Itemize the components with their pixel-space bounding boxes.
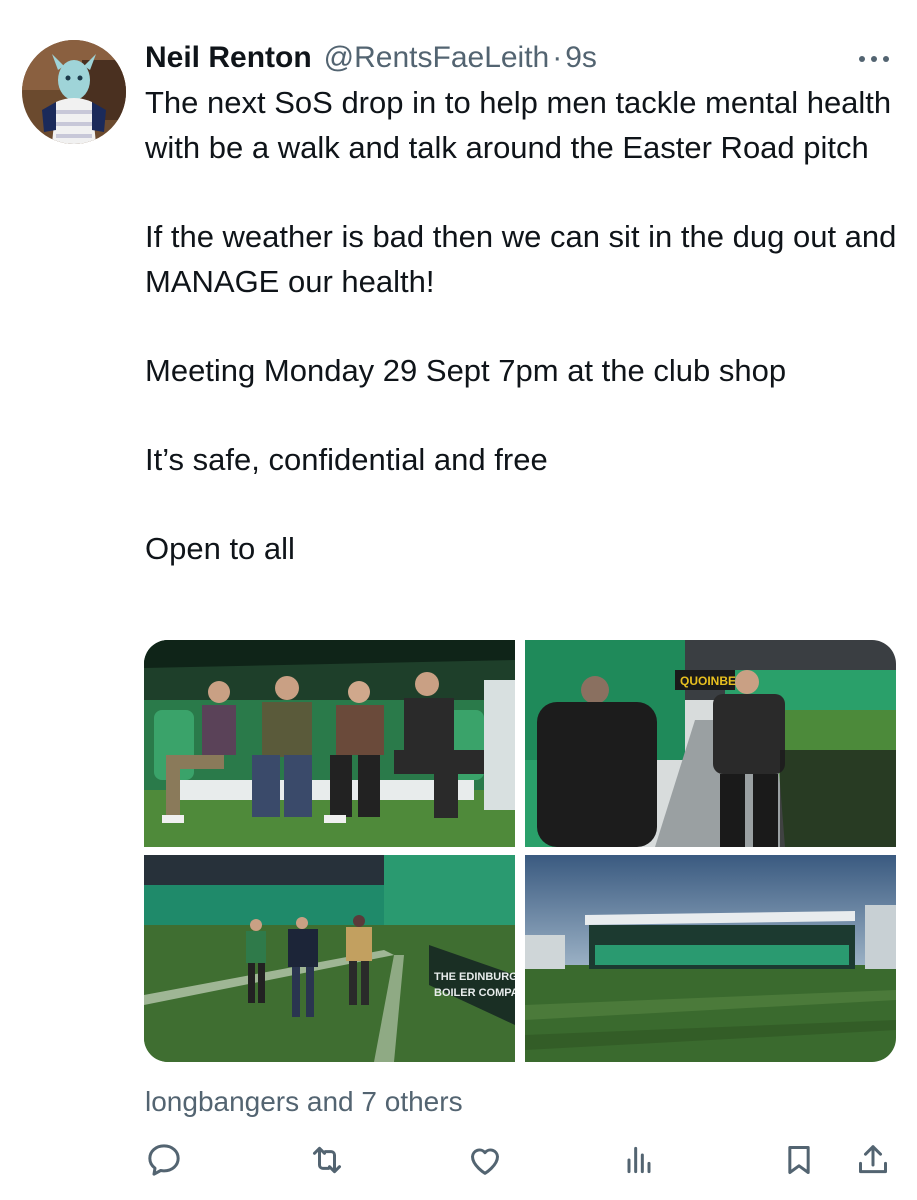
views-button[interactable] (617, 1138, 661, 1182)
tweet-paragraph: If the weather is bad then we can sit in… (145, 219, 897, 299)
action-bar (0, 1138, 917, 1182)
tweet-paragraph: The next SoS drop in to help men tackle … (145, 85, 892, 165)
share-button[interactable] (851, 1138, 895, 1182)
like-button[interactable] (463, 1138, 507, 1182)
avatar-image (22, 40, 126, 144)
media-grid: QUOINBET THE EDINBURG BOILER COMPA (144, 640, 896, 1062)
display-name[interactable]: Neil Renton (145, 38, 312, 78)
timestamp[interactable]: 9s (565, 38, 597, 78)
sponsor-board-line1: THE EDINBURG (434, 971, 515, 983)
share-icon (859, 1145, 887, 1174)
avatar[interactable] (22, 40, 126, 144)
photo-stadium[interactable] (525, 855, 896, 1062)
retweet-button[interactable] (305, 1138, 349, 1182)
tweet-paragraph: Meeting Monday 29 Sept 7pm at the club s… (145, 353, 787, 388)
bookmark-icon (788, 1146, 810, 1174)
views-icon (627, 1146, 651, 1174)
tweet-text: The next SoS drop in to help men tackle … (145, 80, 905, 571)
quoinbet-sign: QUOINBET (680, 674, 744, 688)
reply-icon (148, 1144, 180, 1176)
retweet-icon (313, 1146, 341, 1174)
user-handle[interactable]: @RentsFaeLeith (324, 38, 550, 78)
more-options-icon[interactable] (852, 44, 896, 74)
separator-dot: · (552, 41, 563, 74)
sponsor-board-line2: BOILER COMPA (434, 987, 515, 999)
photo-dugout[interactable] (144, 640, 515, 847)
reply-button[interactable] (142, 1138, 186, 1182)
photo-tunnel[interactable]: QUOINBET (525, 640, 896, 847)
tweet-header: Neil Renton @RentsFaeLeith · 9s (145, 38, 597, 78)
bookmark-button[interactable] (777, 1138, 821, 1182)
tweet-paragraph: It’s safe, confidential and free (145, 442, 548, 477)
photo-pitch-walk[interactable]: THE EDINBURG BOILER COMPA (144, 855, 515, 1062)
heart-icon (471, 1148, 499, 1175)
tweet-paragraph: Open to all (145, 531, 295, 566)
liked-by-text[interactable]: longbangers and 7 others (145, 1082, 463, 1122)
